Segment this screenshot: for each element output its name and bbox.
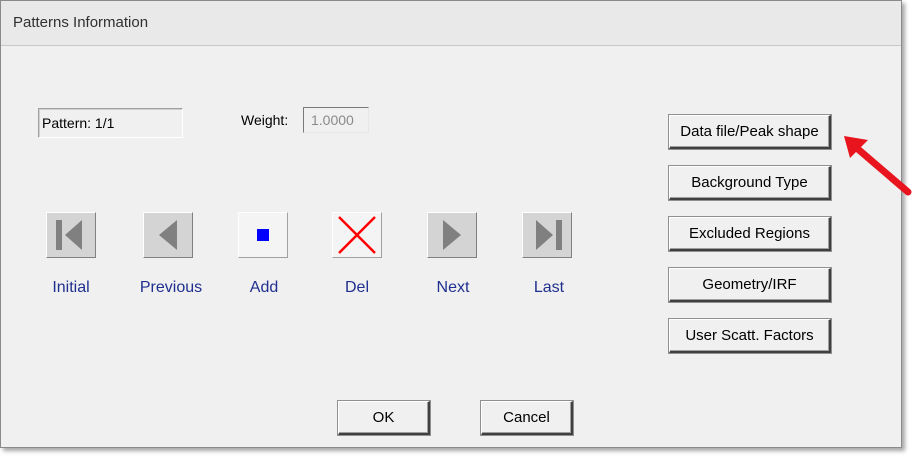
initial-button[interactable] (46, 212, 96, 258)
red-cross-icon (332, 212, 382, 258)
geometry-irf-button[interactable]: Geometry/IRF (669, 268, 831, 302)
annotation-arrow-icon (844, 136, 912, 196)
previous-triangle-icon (143, 212, 193, 258)
del-button[interactable] (332, 212, 382, 258)
previous-button[interactable] (143, 212, 193, 258)
window-title: Patterns Information (13, 14, 149, 31)
next-button[interactable] (427, 212, 477, 258)
add-button[interactable] (238, 212, 288, 258)
user-scatt-factors-button[interactable]: User Scatt. Factors (669, 319, 831, 353)
last-label: Last (533, 279, 565, 296)
weight-label: Weight: (241, 112, 289, 128)
blue-square-icon (238, 212, 288, 258)
weight-field[interactable]: 1.0000 (303, 107, 369, 133)
background-type-button[interactable]: Background Type (669, 166, 831, 200)
next-triangle-icon (427, 212, 477, 258)
skip-to-first-icon (46, 212, 96, 258)
cancel-button[interactable]: Cancel (481, 401, 573, 435)
next-label: Next (436, 279, 470, 296)
pattern-indicator: Pattern: 1/1 (38, 108, 183, 138)
add-label: Add (249, 279, 279, 296)
excluded-regions-button[interactable]: Excluded Regions (669, 217, 831, 251)
data-file-peak-shape-button[interactable]: Data file/Peak shape (669, 115, 831, 149)
skip-to-last-icon (522, 212, 572, 258)
del-label: Del (344, 279, 369, 296)
ok-button[interactable]: OK (338, 401, 430, 435)
previous-label: Previous (139, 279, 203, 296)
last-button[interactable] (522, 212, 572, 258)
title-bar[interactable]: Patterns Information (1, 1, 901, 46)
initial-label: Initial (52, 279, 90, 296)
patterns-information-dialog: Patterns Information Pattern: 1/1 Weight… (0, 0, 902, 448)
